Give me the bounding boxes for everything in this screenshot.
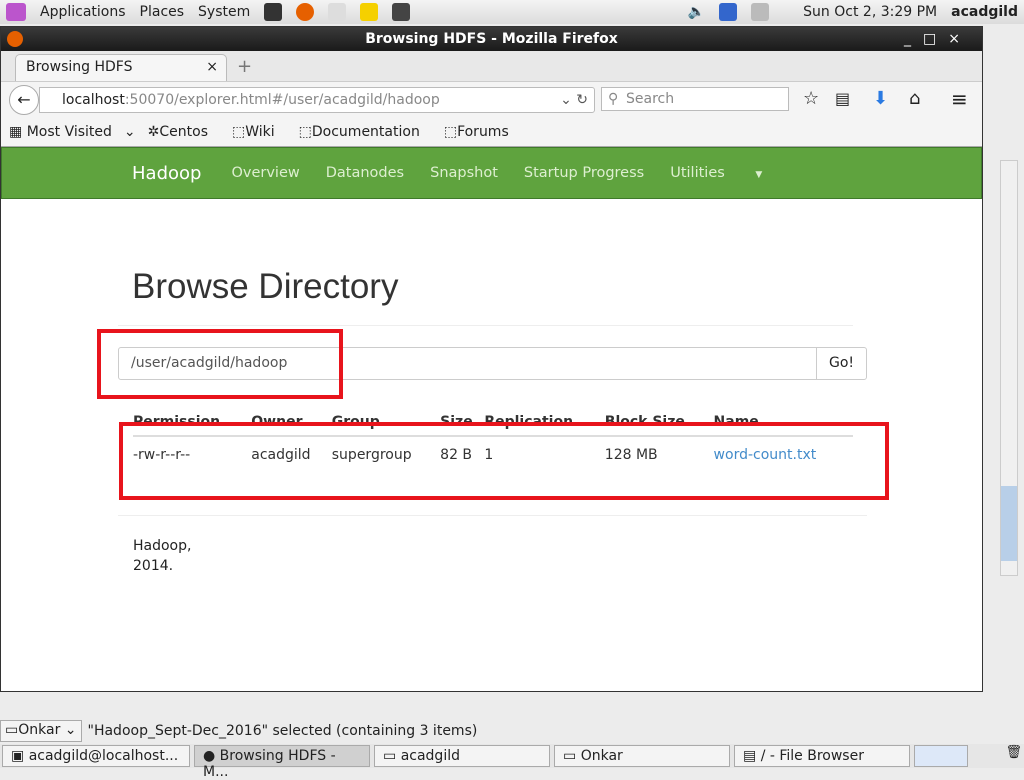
search-icon: ⚲	[608, 91, 619, 107]
user-name[interactable]: acadgild	[951, 4, 1018, 20]
highlight-box-row	[119, 422, 889, 500]
bookmark-most-visited[interactable]: ▦ Most Visited ⌄	[9, 124, 136, 140]
firefox-icon	[7, 31, 23, 47]
dolphin-icon[interactable]	[392, 3, 411, 21]
window-titlebar: Browsing HDFS - Mozilla Firefox _□×	[1, 27, 982, 51]
volume-icon[interactable]: 🔈	[688, 4, 705, 20]
hadoop-brand[interactable]: Hadoop	[132, 163, 201, 184]
reading-list-icon[interactable]: ▤	[835, 89, 850, 108]
reload-icon[interactable]: ⌄ ↻	[560, 92, 588, 108]
desktop-top-panel: Applications Places System 🔈 Sun Oct 2, …	[0, 0, 1024, 24]
notes-icon[interactable]	[360, 3, 379, 21]
bookmark-centos[interactable]: ✲Centos	[148, 124, 220, 140]
taskbar-firefox[interactable]: ● Browsing HDFS - M...	[194, 745, 370, 780]
menu-icon[interactable]: ≡	[951, 87, 968, 111]
menu-applications[interactable]: Applications	[40, 4, 126, 20]
menu-system[interactable]: System	[198, 4, 250, 20]
taskbar-terminal[interactable]: ▣ acadgild@localhost...	[2, 745, 190, 767]
network-icon[interactable]	[719, 3, 738, 21]
url-bar[interactable]: localhost:50070/explorer.html#/user/acad…	[39, 87, 595, 113]
page-title: Browse Directory	[132, 267, 399, 306]
search-input[interactable]: ⚲ Search	[601, 87, 789, 111]
power-icon[interactable]	[751, 3, 770, 21]
download-icon[interactable]: ⬇	[873, 88, 888, 109]
scrollbar[interactable]	[1000, 160, 1018, 576]
file-browser-statusbar: ▭Onkar ⌄ "Hadoop_Sept-Dec_2016" selected…	[0, 720, 1024, 742]
firefox-icon[interactable]	[296, 3, 315, 21]
applications-icon	[6, 3, 26, 21]
tab-browsing-hdfs[interactable]: Browsing HDFS ×	[15, 54, 227, 81]
menu-places[interactable]: Places	[140, 4, 185, 20]
bookmark-documentation[interactable]: ⬚Documentation	[299, 124, 432, 140]
back-icon[interactable]: ←	[9, 85, 39, 115]
hadoop-navbar: Hadoop Overview Datanodes Snapshot Start…	[1, 147, 982, 199]
firefox-window: Browsing HDFS - Mozilla Firefox _□× Brow…	[0, 26, 983, 692]
terminal-icon[interactable]	[264, 3, 283, 21]
home-icon[interactable]: ⌂	[909, 88, 920, 109]
bookmark-star-icon[interactable]: ☆	[803, 88, 819, 109]
go-button[interactable]: Go!	[816, 347, 867, 380]
nav-overview[interactable]: Overview	[231, 165, 299, 181]
nav-snapshot[interactable]: Snapshot	[430, 165, 498, 181]
status-text: "Hadoop_Sept-Dec_2016" selected (contain…	[87, 723, 478, 739]
taskbar: ▣ acadgild@localhost... ● Browsing HDFS …	[0, 744, 1024, 780]
window-controls[interactable]: _□×	[904, 27, 972, 51]
mail-icon[interactable]	[328, 3, 347, 21]
location-dropdown[interactable]: ▭Onkar ⌄	[0, 720, 82, 742]
trash-icon[interactable]: 🗑	[1005, 745, 1022, 767]
close-tab-icon[interactable]: ×	[206, 59, 218, 75]
highlight-box-path	[97, 329, 343, 399]
new-tab-icon[interactable]: +	[237, 56, 252, 77]
nav-datanodes[interactable]: Datanodes	[326, 165, 404, 181]
nav-startup-progress[interactable]: Startup Progress	[524, 165, 644, 181]
nav-utilities[interactable]: Utilities ▼	[670, 165, 762, 181]
taskbar-onkar[interactable]: ▭ Onkar	[554, 745, 730, 767]
tab-label: Browsing HDFS	[26, 59, 133, 75]
bookmark-forums[interactable]: ⬚Forums	[444, 124, 521, 140]
window-title: Browsing HDFS - Mozilla Firefox	[365, 31, 618, 47]
taskbar-file-browser[interactable]: ▤ / - File Browser	[734, 745, 910, 767]
clock[interactable]: Sun Oct 2, 3:29 PM	[803, 4, 937, 20]
taskbar-acadgild[interactable]: ▭ acadgild	[374, 745, 550, 767]
footer: Hadoop, 2014.	[133, 538, 192, 574]
bookmark-wiki[interactable]: ⬚Wiki	[232, 124, 287, 140]
workspace-switcher[interactable]	[914, 745, 968, 767]
bookmarks-toolbar: ▦ Most Visited ⌄ ✲Centos ⬚Wiki ⬚Documenta…	[1, 117, 982, 147]
